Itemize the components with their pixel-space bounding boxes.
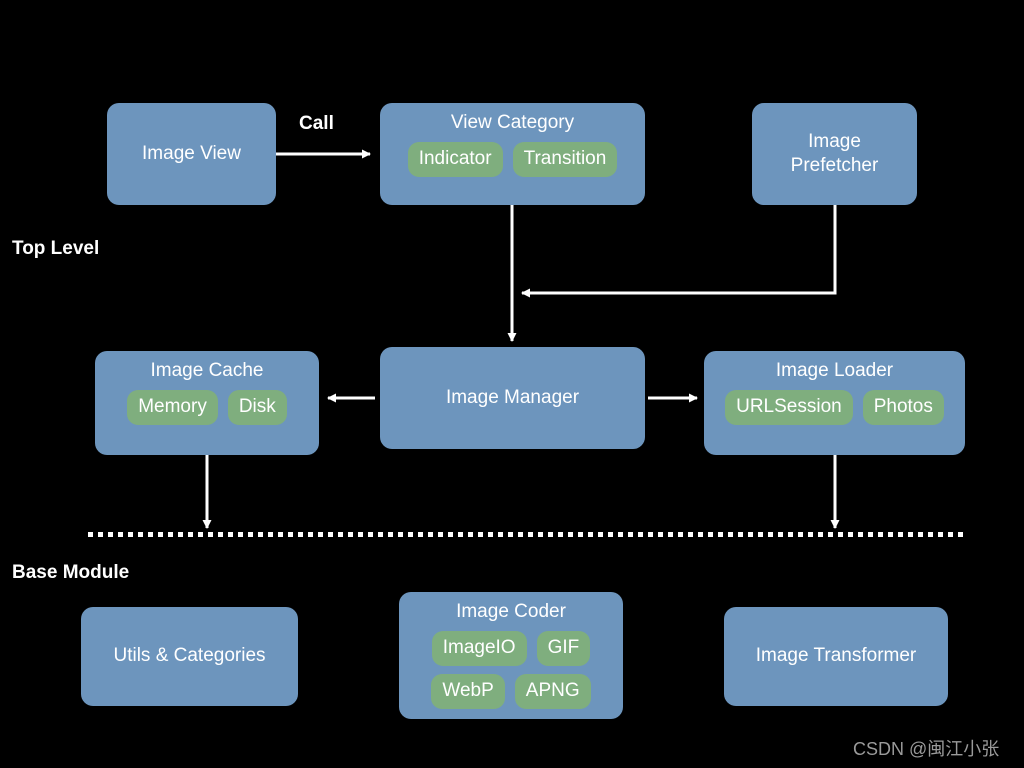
- node-image-transformer-title: Image Transformer: [755, 645, 917, 667]
- node-image-cache[interactable]: Image Cache Memory Disk: [95, 351, 319, 455]
- chip-disk[interactable]: Disk: [227, 389, 287, 425]
- chip-photos[interactable]: Photos: [862, 389, 944, 425]
- node-image-transformer[interactable]: Image Transformer: [724, 607, 948, 706]
- node-image-cache-chip-row: Memory Disk: [95, 389, 319, 425]
- node-image-coder[interactable]: Image Coder ImageIO GIF WebP APNG: [399, 592, 623, 719]
- node-image-view[interactable]: Image View: [107, 103, 276, 205]
- chip-gif[interactable]: GIF: [536, 630, 591, 666]
- chip-imageio[interactable]: ImageIO: [431, 630, 527, 666]
- node-view-category-chip-row: Indicator Transition: [380, 141, 645, 177]
- chip-urlsession[interactable]: URLSession: [725, 389, 853, 425]
- node-view-category-title: View Category: [450, 112, 575, 133]
- chip-webp[interactable]: WebP: [431, 673, 505, 709]
- node-image-manager-title: Image Manager: [445, 386, 580, 408]
- node-image-view-title: Image View: [142, 142, 241, 164]
- edge-label-call: Call: [299, 113, 334, 134]
- node-image-prefetcher-title: Image Prefetcher: [791, 130, 879, 179]
- section-label-base-module: Base Module: [12, 562, 130, 583]
- node-utils-categories[interactable]: Utils & Categories: [81, 607, 298, 706]
- csdn-watermark: CSDN @闽江小张: [853, 739, 1000, 759]
- node-image-coder-title: Image Coder: [456, 601, 566, 622]
- node-image-prefetcher-title-line1: Image: [808, 130, 861, 152]
- node-image-cache-title: Image Cache: [150, 360, 264, 381]
- chip-transition[interactable]: Transition: [512, 141, 618, 177]
- diagram-canvas: Call Top Level Base Module Image View Vi…: [0, 0, 1024, 768]
- node-image-loader[interactable]: Image Loader URLSession Photos: [704, 351, 965, 455]
- node-image-coder-chip-row-2: WebP APNG: [399, 673, 623, 709]
- node-image-prefetcher[interactable]: Image Prefetcher: [752, 103, 917, 205]
- edge-image-prefetcher-to-image-manager: [521, 205, 837, 298]
- node-image-loader-title: Image Loader: [775, 360, 894, 381]
- node-utils-categories-title: Utils & Categories: [113, 645, 266, 667]
- node-image-prefetcher-title-line2: Prefetcher: [790, 155, 879, 176]
- base-module-divider: [88, 532, 968, 537]
- chip-apng[interactable]: APNG: [514, 673, 591, 709]
- node-image-loader-chip-row: URLSession Photos: [704, 389, 965, 425]
- node-image-coder-chip-row-1: ImageIO GIF: [399, 630, 623, 666]
- node-image-manager[interactable]: Image Manager: [380, 347, 645, 449]
- chip-indicator[interactable]: Indicator: [407, 141, 503, 177]
- section-label-top-level: Top Level: [12, 238, 100, 259]
- node-view-category[interactable]: View Category Indicator Transition: [380, 103, 645, 205]
- chip-memory[interactable]: Memory: [127, 389, 218, 425]
